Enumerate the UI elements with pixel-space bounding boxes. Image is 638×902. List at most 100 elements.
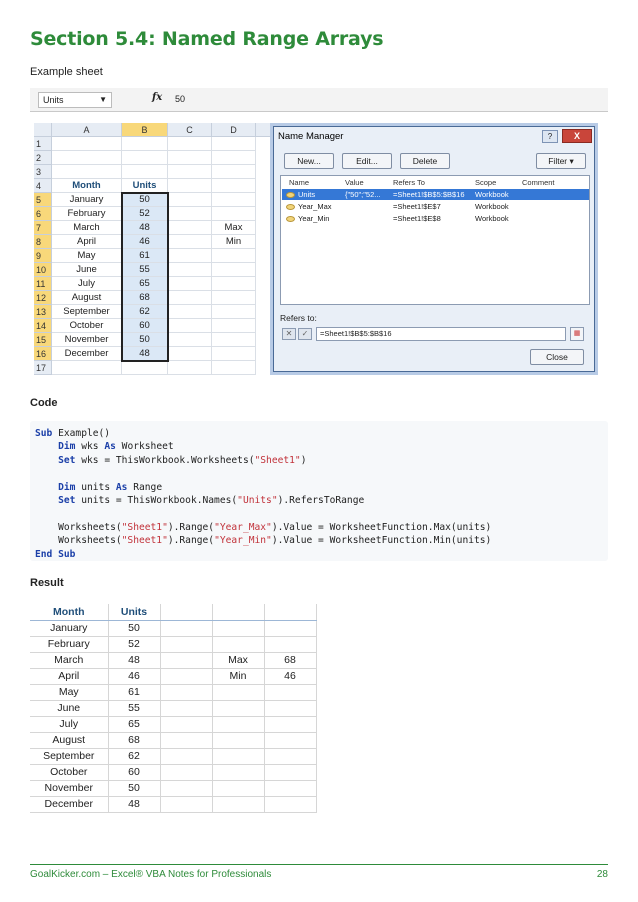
list-item[interactable]: Year_Min =Sheet1!$E$8 Workbook <box>282 213 589 224</box>
sheet-cell[interactable] <box>168 151 212 165</box>
col-name-header[interactable]: Name <box>289 178 309 187</box>
filter-button[interactable]: Filter ▾ <box>536 153 586 169</box>
col-scope-header[interactable]: Scope <box>475 178 496 187</box>
sheet-cell[interactable] <box>168 249 212 263</box>
sheet-cell[interactable] <box>122 151 168 165</box>
sheet-cell[interactable] <box>168 361 212 375</box>
sheet-cell[interactable]: May <box>52 249 122 263</box>
select-all-corner[interactable] <box>34 123 52 137</box>
column-header-c[interactable]: C <box>168 123 212 137</box>
sheet-cell[interactable] <box>168 235 212 249</box>
sheet-cell[interactable]: March <box>52 221 122 235</box>
sheet-cell[interactable] <box>212 193 256 207</box>
row-header[interactable]: 15 <box>34 333 52 347</box>
row-header[interactable]: 11 <box>34 277 52 291</box>
sheet-cell[interactable]: Min <box>212 235 256 249</box>
sheet-cell[interactable]: Max <box>212 221 256 235</box>
col-comment-header[interactable]: Comment <box>522 178 555 187</box>
fx-icon[interactable]: fx <box>152 92 162 103</box>
sheet-cell[interactable] <box>168 165 212 179</box>
column-header-b[interactable]: B <box>122 123 168 137</box>
sheet-cell[interactable] <box>168 179 212 193</box>
sheet-cell[interactable] <box>52 137 122 151</box>
sheet-cell[interactable]: January <box>52 193 122 207</box>
name-box[interactable]: Units ▼ <box>38 92 112 108</box>
list-item[interactable]: Units {"50";"52... =Sheet1!$B$5:$B$16 Wo… <box>282 189 589 200</box>
formula-value[interactable]: 50 <box>175 94 185 104</box>
sheet-cell[interactable] <box>52 165 122 179</box>
row-header[interactable]: 16 <box>34 347 52 361</box>
sheet-cell[interactable] <box>168 193 212 207</box>
sheet-cell[interactable] <box>212 249 256 263</box>
sheet-cell[interactable]: Units <box>122 179 168 193</box>
sheet-cell[interactable] <box>212 151 256 165</box>
sheet-cell[interactable] <box>168 277 212 291</box>
row-header[interactable]: 13 <box>34 305 52 319</box>
row-header[interactable]: 2 <box>34 151 52 165</box>
sheet-cell[interactable] <box>212 361 256 375</box>
sheet-cell[interactable] <box>212 263 256 277</box>
sheet-cell[interactable] <box>212 333 256 347</box>
refers-to-input[interactable]: =Sheet1!$B$5:$B$16 <box>316 327 566 341</box>
column-header-a[interactable]: A <box>52 123 122 137</box>
row-header[interactable]: 12 <box>34 291 52 305</box>
sheet-cell[interactable] <box>122 137 168 151</box>
row-header[interactable]: 5 <box>34 193 52 207</box>
row-header[interactable]: 14 <box>34 319 52 333</box>
sheet-cell[interactable] <box>212 319 256 333</box>
row-header[interactable]: 1 <box>34 137 52 151</box>
sheet-cell[interactable] <box>52 361 122 375</box>
sheet-cell[interactable]: December <box>52 347 122 361</box>
close-icon[interactable]: X <box>562 129 592 143</box>
sheet-cell[interactable] <box>168 347 212 361</box>
row-header[interactable]: 6 <box>34 207 52 221</box>
col-refers-header[interactable]: Refers To <box>393 178 425 187</box>
sheet-cell[interactable] <box>212 291 256 305</box>
row-header[interactable]: 8 <box>34 235 52 249</box>
row-header[interactable]: 10 <box>34 263 52 277</box>
sheet-cell[interactable] <box>168 207 212 221</box>
sheet-cell[interactable] <box>212 347 256 361</box>
sheet-cell[interactable] <box>122 361 168 375</box>
row-header[interactable]: 9 <box>34 249 52 263</box>
sheet-cell[interactable] <box>212 207 256 221</box>
sheet-cell[interactable] <box>212 179 256 193</box>
sheet-cell[interactable] <box>212 305 256 319</box>
chevron-down-icon[interactable]: ▼ <box>99 95 107 104</box>
delete-button[interactable]: Delete <box>400 153 450 169</box>
sheet-cell[interactable] <box>212 165 256 179</box>
names-list[interactable]: Name Value Refers To Scope Comment Units… <box>280 175 590 305</box>
sheet-cell[interactable] <box>212 277 256 291</box>
new-button[interactable]: New... <box>284 153 334 169</box>
sheet-cell[interactable] <box>168 291 212 305</box>
row-header[interactable]: 7 <box>34 221 52 235</box>
list-item[interactable]: Year_Max =Sheet1!$E$7 Workbook <box>282 201 589 212</box>
sheet-cell[interactable] <box>168 263 212 277</box>
column-header-d[interactable]: D <box>212 123 256 137</box>
sheet-cell[interactable] <box>168 319 212 333</box>
sheet-cell[interactable] <box>168 305 212 319</box>
sheet-cell[interactable] <box>168 137 212 151</box>
sheet-cell[interactable]: Month <box>52 179 122 193</box>
sheet-cell[interactable] <box>168 221 212 235</box>
cancel-edit-icon[interactable]: ✕ <box>282 328 296 340</box>
sheet-cell[interactable] <box>212 137 256 151</box>
sheet-cell[interactable]: July <box>52 277 122 291</box>
sheet-cell[interactable]: February <box>52 207 122 221</box>
sheet-cell[interactable] <box>52 151 122 165</box>
range-picker-icon[interactable]: ▦ <box>570 327 584 341</box>
confirm-edit-icon[interactable]: ✓ <box>298 328 312 340</box>
sheet-cell[interactable]: November <box>52 333 122 347</box>
sheet-cell[interactable]: August <box>52 291 122 305</box>
sheet-cell[interactable]: September <box>52 305 122 319</box>
sheet-cell[interactable] <box>122 165 168 179</box>
sheet-cell[interactable]: June <box>52 263 122 277</box>
row-header[interactable]: 17 <box>34 361 52 375</box>
sheet-cell[interactable]: October <box>52 319 122 333</box>
row-header[interactable]: 4 <box>34 179 52 193</box>
close-button[interactable]: Close <box>530 349 584 365</box>
sheet-cell[interactable]: April <box>52 235 122 249</box>
row-header[interactable]: 3 <box>34 165 52 179</box>
edit-button[interactable]: Edit... <box>342 153 392 169</box>
col-value-header[interactable]: Value <box>345 178 364 187</box>
